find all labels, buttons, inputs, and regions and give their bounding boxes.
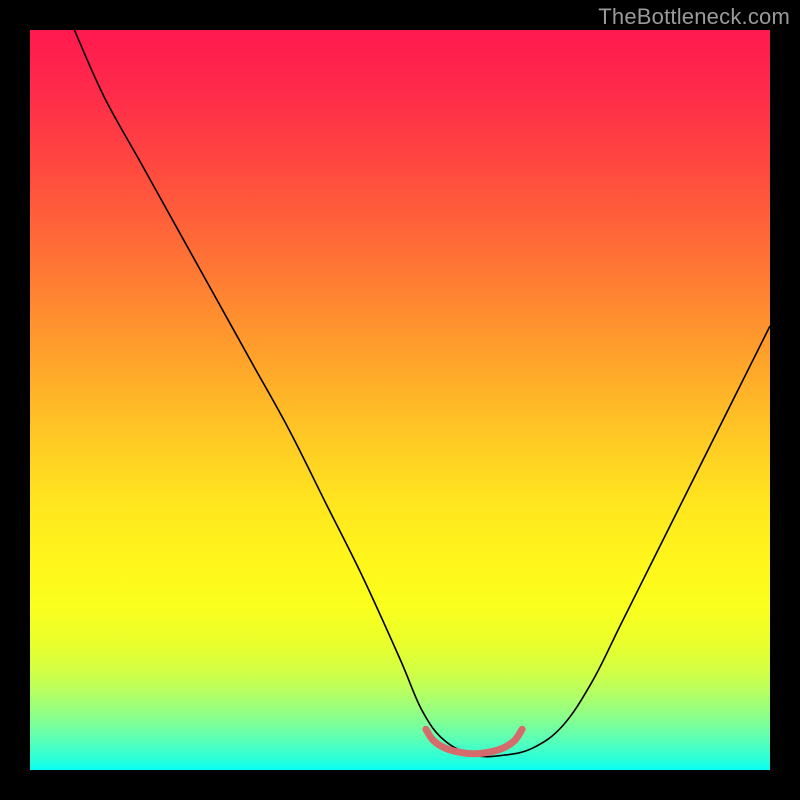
optimal-marker-path	[426, 729, 522, 753]
chart-frame: TheBottleneck.com	[0, 0, 800, 800]
bottleneck-curve-path	[74, 30, 770, 757]
chart-svg	[30, 30, 770, 770]
watermark-text: TheBottleneck.com	[598, 4, 790, 30]
plot-area	[30, 30, 770, 770]
